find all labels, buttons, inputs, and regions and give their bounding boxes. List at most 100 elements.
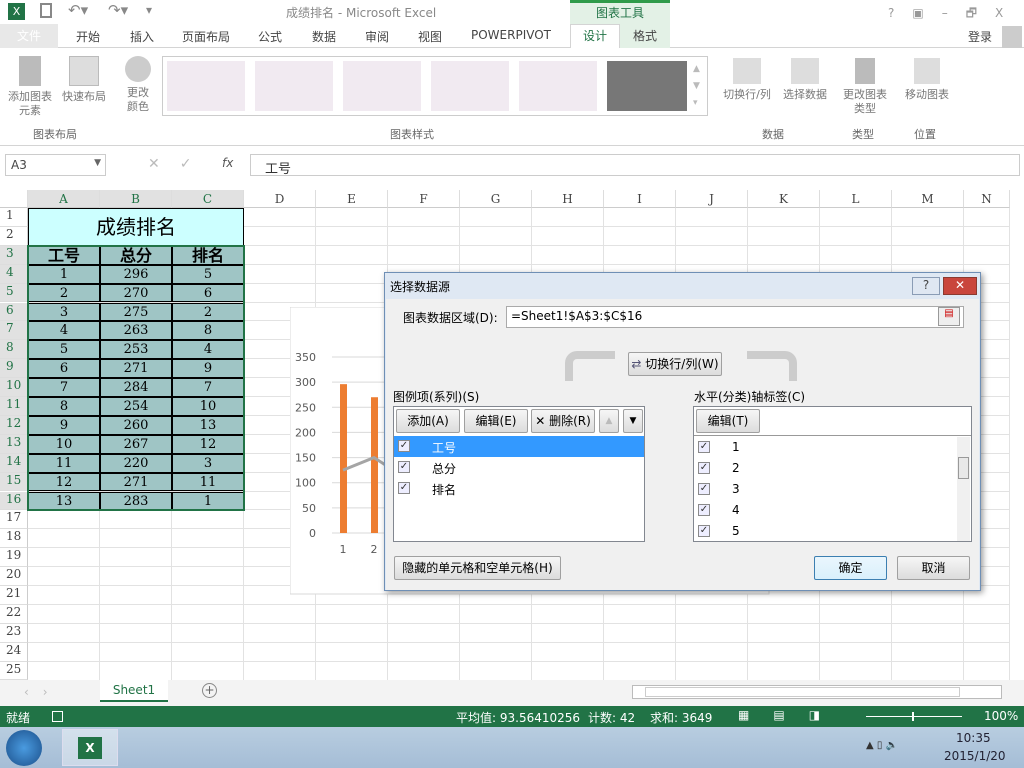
remove-series-button[interactable]: ✕ 删除(R) [531,409,595,433]
chart-style-6[interactable] [607,61,687,111]
table-title[interactable]: 成绩排名 [28,208,244,246]
select-data-button[interactable]: 选择数据 [778,58,832,102]
sheet-scroll-arrows[interactable]: ‹› [24,685,62,699]
row-header[interactable]: 21 [0,586,28,605]
axis-label-item[interactable]: ✓ 3 [694,479,957,500]
cancel-icon[interactable]: ✕ [148,156,180,172]
edit-axis-labels-button[interactable]: 编辑(T) [696,409,760,433]
column-header[interactable]: E [316,190,388,208]
column-header[interactable]: F [388,190,460,208]
sheet-tab-sheet1[interactable]: Sheet1 [100,680,168,702]
tab-view[interactable]: 视图 [418,28,442,45]
add-sheet-icon[interactable]: + [202,683,217,698]
column-header[interactable]: K [748,190,820,208]
row-header[interactable]: 19 [0,548,28,568]
row-header[interactable]: 6 [0,302,28,322]
series-item[interactable]: ✓ 工号 [394,436,644,457]
undo-icon[interactable]: ↶▾ [68,1,88,19]
series-item[interactable]: ✓ 排名 [394,478,644,499]
tab-format[interactable]: 格式 [620,24,670,48]
column-header[interactable]: B [100,190,172,208]
start-button[interactable] [6,730,42,766]
zoom-level[interactable]: 100% [984,709,1018,723]
tab-design[interactable]: 设计 [570,24,620,49]
checkbox[interactable]: ✓ [698,504,710,516]
axis-label-item[interactable]: ✓ 4 [694,500,957,521]
move-up-button[interactable]: ▲ [599,409,619,433]
column-header[interactable]: D [244,190,316,208]
enter-icon[interactable]: ✓ [180,156,212,172]
row-header[interactable]: 2 [0,226,28,246]
change-chart-type-button[interactable]: 更改图表类型 [840,58,890,116]
tray-icons[interactable]: ▲ ▯ 🔈 [866,740,898,751]
column-header[interactable]: C [172,190,244,208]
checkbox[interactable]: ✓ [398,461,410,473]
row-header[interactable]: 23 [0,623,28,643]
restore-icon[interactable]: 🗗 [966,6,995,20]
tab-formulas[interactable]: 公式 [258,28,282,45]
row-header[interactable]: 13 [0,434,28,454]
row-header[interactable]: 17 [0,510,28,530]
add-series-button[interactable]: 添加(A) [396,409,460,433]
column-header[interactable]: N [964,190,1010,208]
tab-page-layout[interactable]: 页面布局 [182,28,230,45]
close-icon[interactable]: X [995,6,1021,20]
chart-styles-gallery[interactable]: ▲ ▼ ▾ [162,56,708,116]
add-chart-element-button[interactable]: 添加图表元素 [4,56,56,118]
zoom-slider[interactable] [866,712,962,721]
checkbox[interactable]: ✓ [398,440,410,452]
column-header[interactable]: J [676,190,748,208]
row-header[interactable]: 16 [0,491,28,511]
move-chart-button[interactable]: 移动图表 [900,58,954,102]
chart-style-3[interactable] [343,61,421,111]
column-header[interactable]: I [604,190,676,208]
row-header[interactable]: 8 [0,340,28,360]
row-header[interactable]: 22 [0,604,28,624]
switch-row-column-dialog-button[interactable]: ⇄ 切换行/列(W) [628,352,722,376]
edit-series-button[interactable]: 编辑(E) [464,409,528,433]
save-icon[interactable] [40,3,52,18]
tab-powerpivot[interactable]: POWERPIVOT [471,28,551,42]
column-header[interactable]: G [460,190,532,208]
normal-view-icon[interactable]: ▦ [738,708,773,722]
row-header[interactable]: 25 [0,661,28,681]
row-header[interactable]: 20 [0,567,28,586]
sign-in-link[interactable]: 登录 [968,28,992,45]
scrollbar-thumb[interactable] [645,687,960,697]
column-header[interactable]: M [892,190,964,208]
zoom-slider-thumb[interactable] [912,712,914,721]
minimize-icon[interactable]: – [942,6,966,20]
move-down-button[interactable]: ▼ [623,409,643,433]
macro-record-icon[interactable] [52,711,63,722]
tab-data[interactable]: 数据 [312,28,336,45]
column-header[interactable]: A [28,190,100,208]
page-break-view-icon[interactable]: ◨ [809,708,844,722]
tab-insert[interactable]: 插入 [130,28,154,45]
change-colors-button[interactable]: 更改颜色 [118,56,158,114]
horizontal-scrollbar[interactable] [632,685,1002,699]
chart-style-2[interactable] [255,61,333,111]
help-icon[interactable]: ? [888,6,912,20]
checkbox[interactable]: ✓ [398,482,410,494]
chart-style-5[interactable] [519,61,597,111]
switch-row-column-button[interactable]: 切换行/列 [718,58,776,102]
row-header[interactable]: 14 [0,453,28,473]
insert-function-button[interactable]: fx [222,156,233,170]
vertical-scrollbar[interactable] [957,437,970,541]
help-button[interactable]: ? [912,277,940,295]
checkbox[interactable]: ✓ [698,462,710,474]
column-header[interactable]: L [820,190,892,208]
tab-file[interactable]: 文件 [0,24,58,48]
ok-button[interactable]: 确定 [814,556,887,580]
row-header[interactable]: 11 [0,397,28,416]
page-layout-view-icon[interactable]: ▤ [773,708,808,722]
taskbar-excel-button[interactable]: X [62,729,118,766]
axis-label-item[interactable]: ✓ 2 [694,458,957,479]
range-input[interactable]: =Sheet1!$A$3:$C$16 [506,306,964,328]
cancel-button[interactable]: 取消 [897,556,970,580]
row-header[interactable]: 9 [0,359,28,379]
chart-style-4[interactable] [431,61,509,111]
row-header[interactable]: 5 [0,283,28,303]
name-box[interactable]: A3 ▼ [5,154,106,176]
row-header[interactable]: 7 [0,321,28,341]
